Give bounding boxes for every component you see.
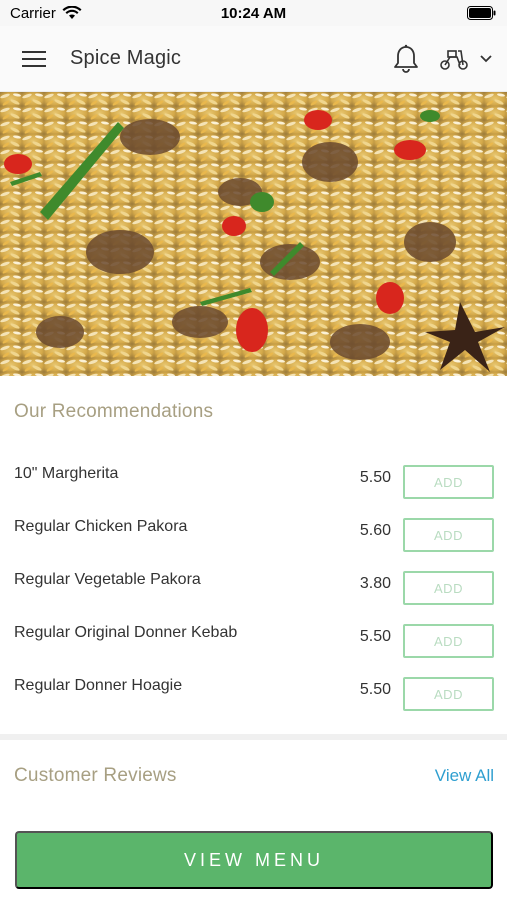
item-name: Regular Vegetable Pakora <box>14 571 201 588</box>
carrier-label: Carrier <box>10 4 56 22</box>
item-price: 3.80 <box>359 575 391 592</box>
item-price: 5.60 <box>359 522 391 539</box>
item-name: 10" Margherita <box>14 465 119 482</box>
item-price: 5.50 <box>359 628 391 645</box>
view-menu-button[interactable]: VIEW MENU <box>15 831 493 889</box>
add-button[interactable]: ADD <box>403 571 494 605</box>
item-price: 5.50 <box>359 681 391 698</box>
recommendations-title: Our Recommendations <box>14 401 214 422</box>
view-all-link[interactable]: View All <box>435 766 494 786</box>
add-button[interactable]: ADD <box>403 518 494 552</box>
section-divider <box>0 734 507 740</box>
battery-icon <box>467 6 496 20</box>
item-name: Regular Donner Hoagie <box>14 677 183 694</box>
biryani-image <box>0 92 507 376</box>
add-button[interactable]: ADD <box>403 465 494 499</box>
scooter-icon[interactable] <box>439 47 469 71</box>
list-item: Regular Chicken Pakora 5.60 ADD <box>0 508 507 561</box>
chevron-down-icon[interactable] <box>479 54 493 64</box>
add-button[interactable]: ADD <box>403 624 494 658</box>
page-title: Spice Magic <box>70 47 182 69</box>
item-name: Regular Chicken Pakora <box>14 518 188 535</box>
status-bar: Carrier 10:24 AM <box>0 0 507 26</box>
add-button[interactable]: ADD <box>403 677 494 711</box>
list-item: Regular Vegetable Pakora 3.80 ADD <box>0 561 507 614</box>
bell-icon[interactable] <box>393 44 419 74</box>
item-name: Regular Original Donner Kebab <box>14 624 238 641</box>
list-item: Regular Original Donner Kebab 5.50 ADD <box>0 614 507 667</box>
recommendations-list: 10" Margherita 5.50 ADD Regular Chicken … <box>0 455 507 720</box>
reviews-title: Customer Reviews <box>14 765 177 786</box>
header: Spice Magic <box>0 26 507 92</box>
wifi-icon <box>62 6 82 19</box>
list-item: 10" Margherita 5.50 ADD <box>0 455 507 508</box>
item-price: 5.50 <box>359 469 391 486</box>
hero-image <box>0 92 507 376</box>
list-item: Regular Donner Hoagie 5.50 ADD <box>0 667 507 720</box>
hamburger-icon[interactable] <box>22 49 48 69</box>
